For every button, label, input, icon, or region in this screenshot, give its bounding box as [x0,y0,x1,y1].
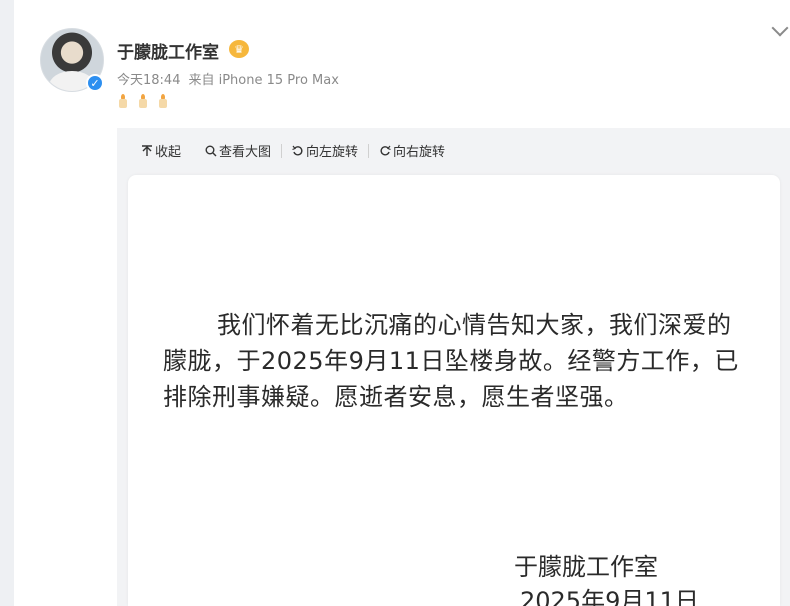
collapse-label: 收起 [155,145,182,160]
post-source: 来自 iPhone 15 Pro Max [188,73,339,88]
view-large-label: 查看大图 [219,145,272,160]
statement-date: 2025年9月11日 [520,587,699,606]
rotate-left-icon [292,145,303,156]
rotate-right-label: 向右旋转 [393,145,446,160]
search-icon [205,145,217,156]
emoji-row [118,94,168,108]
crown-icon[interactable]: ♛ [229,40,249,58]
post-time[interactable]: 今天18:44 [117,73,180,88]
rotate-left-label: 向左旋转 [306,145,359,160]
candle-icon [158,94,168,108]
view-large-button[interactable]: 查看大图 [205,141,271,160]
chevron-down-icon[interactable] [771,19,789,37]
left-sidebar-edge [0,0,14,606]
candle-icon [118,94,128,108]
toolbar-divider [281,143,283,158]
rotate-right-icon [380,145,391,156]
author-name[interactable]: 于朦胧工作室 [117,38,219,63]
post-meta: 今天18:44 来自 iPhone 15 Pro Max [117,69,347,88]
statement-text: 我们怀着无比沉痛的心情告知大家，我们深爱的朦胧，于2025年9月11日坠楼身故。… [163,307,743,415]
candle-icon [138,94,148,108]
statement-body: 我们怀着无比沉痛的心情告知大家，我们深爱的朦胧，于2025年9月11日坠楼身故。… [163,311,739,411]
toolbar-divider [368,143,370,158]
collapse-button[interactable]: 收起 [141,141,181,160]
rotate-left-button[interactable]: 向左旋转 [292,141,358,160]
verified-icon: ✓ [86,74,104,92]
statement-signature: 于朦胧工作室 [514,553,658,581]
collapse-icon [142,144,152,156]
image-toolbar: 收起 查看大图 向左旋转 向右旋转 [141,141,469,160]
rotate-right-button[interactable]: 向右旋转 [379,141,445,160]
